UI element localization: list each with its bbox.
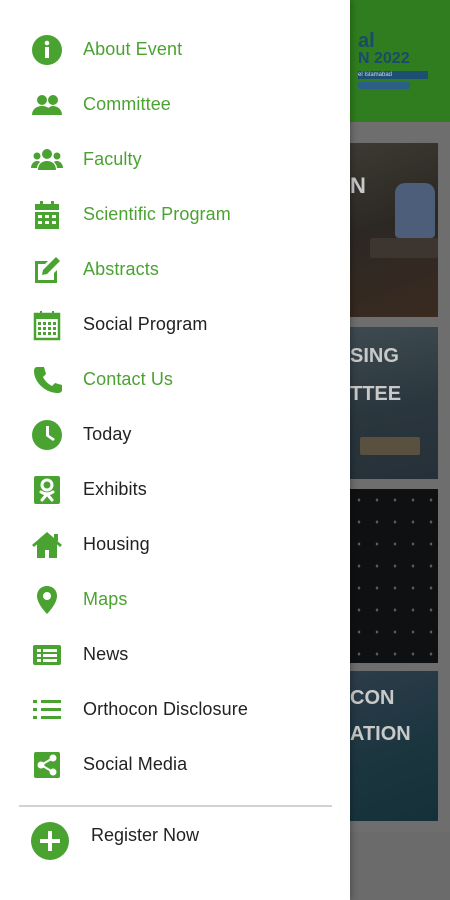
menu-item-maps[interactable]: Maps (0, 572, 350, 627)
menu-item-faculty[interactable]: Faculty (0, 132, 350, 187)
tile-1-person (395, 183, 435, 238)
tile-2-text-line2: TTEE (350, 383, 402, 405)
menu-item-social-program[interactable]: Social Program (0, 297, 350, 352)
background-tile-1: N (350, 143, 438, 317)
tile-1-text: N (350, 173, 366, 198)
tile-4-text-line2: ATION (350, 723, 411, 745)
menu-item-label: Housing (83, 534, 150, 554)
tile-2-text-line1: SING (350, 345, 399, 367)
menu-item-contact-us[interactable]: Contact Us (0, 352, 350, 407)
info-circle-icon (30, 33, 64, 67)
menu-item-committee[interactable]: Committee (0, 77, 350, 132)
background-bottom-strip (350, 832, 450, 900)
menu-item-label: About Event (83, 39, 183, 59)
menu-item-orthocon-disclosure[interactable]: Orthocon Disclosure (0, 682, 350, 737)
news-icon (30, 638, 64, 672)
menu-item-abstracts[interactable]: Abstracts (0, 242, 350, 297)
menu-item-label: News (83, 644, 129, 664)
menu-divider (19, 805, 332, 807)
plus-circle-icon (30, 821, 70, 861)
menu-item-label: Contact Us (83, 369, 174, 389)
background-header-banner: al N 2022 el Islamabad (350, 0, 450, 122)
menu-item-about-event[interactable]: About Event (0, 22, 350, 77)
users-icon (30, 88, 64, 122)
menu-item-housing[interactable]: Housing (0, 517, 350, 572)
menu-item-label: Today (83, 424, 132, 444)
menu-item-social-media[interactable]: Social Media (0, 737, 350, 792)
edit-icon (30, 253, 64, 287)
banner-year-fragment: N 2022 (358, 50, 410, 67)
banner-subtitle-bar (358, 82, 410, 89)
calendar-grid-icon (30, 308, 64, 342)
menu-item-label: Committee (83, 94, 171, 114)
tile-1-table (370, 238, 438, 258)
menu-item-label: Social Program (83, 314, 208, 334)
share-icon (30, 748, 64, 782)
menu-item-today[interactable]: Today (0, 407, 350, 462)
register-now-button[interactable]: Register Now (0, 810, 350, 868)
list-icon (30, 693, 64, 727)
drawer-menu: About Event Committee Faculty Scientific… (0, 22, 350, 792)
calendar-icon (30, 198, 64, 232)
background-tile-3 (350, 489, 438, 663)
menu-item-label: Social Media (83, 754, 188, 774)
banner-venue-fragment: el Islamabad (358, 71, 428, 79)
background-tile-4: CON ATION (350, 671, 438, 821)
menu-item-exhibits[interactable]: Exhibits (0, 462, 350, 517)
home-icon (30, 528, 64, 562)
register-now-label: Register Now (91, 825, 200, 845)
menu-item-label: Exhibits (83, 479, 147, 499)
background-tile-2: SING TTEE (350, 327, 438, 479)
tile-4-text-line1: CON (350, 687, 395, 709)
clock-icon (30, 418, 64, 452)
map-pin-icon (30, 583, 64, 617)
menu-item-label: Abstracts (83, 259, 159, 279)
navigation-drawer: About Event Committee Faculty Scientific… (0, 0, 350, 900)
menu-item-label: Scientific Program (83, 204, 231, 224)
menu-item-label: Orthocon Disclosure (83, 699, 248, 719)
odnoklassniki-icon (30, 473, 64, 507)
phone-icon (30, 363, 64, 397)
menu-item-label: Faculty (83, 149, 142, 169)
tile-2-table (360, 437, 420, 455)
menu-item-label: Maps (83, 589, 128, 609)
menu-item-news[interactable]: News (0, 627, 350, 682)
menu-item-scientific-program[interactable]: Scientific Program (0, 187, 350, 242)
group-icon (30, 143, 64, 177)
